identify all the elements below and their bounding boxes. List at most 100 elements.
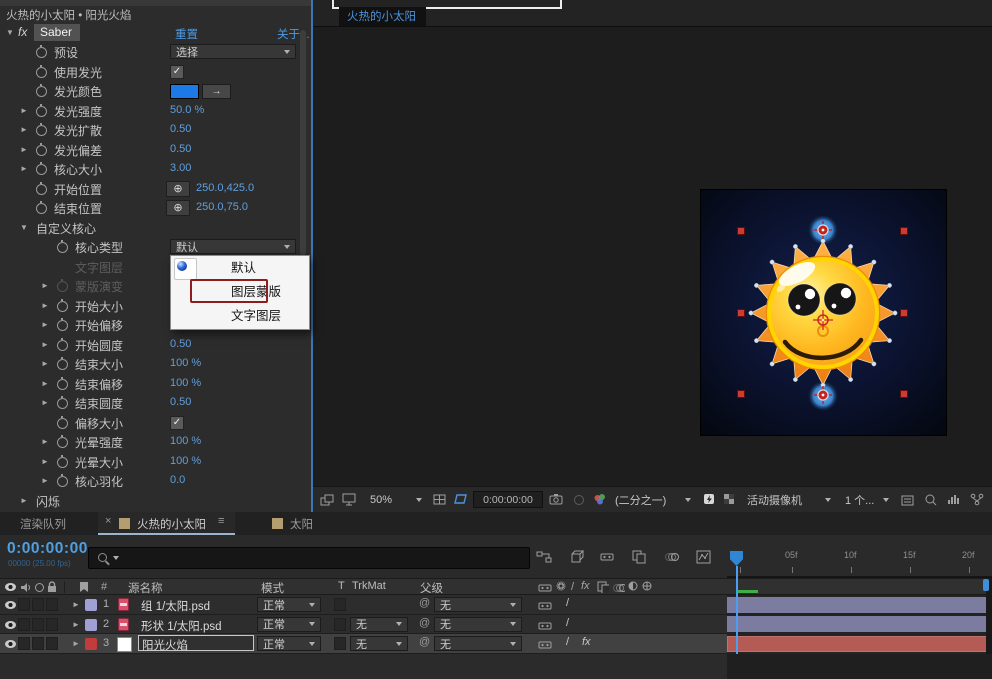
layer-row[interactable]: ► 2 形状 1/太阳.psd 正常 无 @ 无 /: [0, 614, 727, 634]
stopwatch-icon[interactable]: [57, 240, 68, 253]
current-timecode[interactable]: 0:00:00:00: [7, 540, 88, 558]
expand-arrow-icon[interactable]: ►: [41, 399, 49, 407]
parameter-dropdown[interactable]: 选择: [170, 44, 296, 59]
position-target-button[interactable]: ⊕: [166, 200, 190, 216]
lock-column-icon[interactable]: [46, 581, 58, 593]
group-toggle-icon[interactable]: ▼: [20, 223, 28, 232]
layer-expand-arrow-icon[interactable]: ►: [72, 620, 80, 629]
blend-mode-select[interactable]: 正常: [257, 616, 321, 632]
frame-blending-icon[interactable]: [632, 550, 646, 564]
resolution-select[interactable]: (二分之一): [611, 491, 695, 508]
audio-column-icon[interactable]: [20, 582, 30, 593]
layer-name-edit-box[interactable]: 阳光火焰: [138, 635, 254, 653]
stopwatch-icon[interactable]: [36, 103, 47, 117]
stopwatch-icon[interactable]: [36, 162, 47, 175]
comp-viewer-area[interactable]: [313, 27, 992, 486]
parent-select[interactable]: 无: [434, 616, 522, 632]
effect-name[interactable]: Saber: [34, 24, 81, 41]
parameter-value[interactable]: 100 %: [170, 377, 201, 389]
parent-select[interactable]: 无: [434, 597, 522, 612]
group-toggle-icon[interactable]: ►: [20, 496, 28, 505]
layer-quality-toggle[interactable]: /: [566, 597, 569, 609]
expand-arrow-icon[interactable]: ►: [41, 438, 49, 446]
layer-visibility-toggle[interactable]: [5, 640, 16, 648]
tab-render-queue[interactable]: 渲染队列: [20, 516, 66, 532]
layer-name[interactable]: 阳光火焰: [142, 637, 188, 653]
composition-mini-flowchart-icon[interactable]: [536, 550, 552, 563]
layer-expand-arrow-icon[interactable]: ►: [72, 640, 80, 648]
fx-panel-scrollbar[interactable]: [300, 30, 306, 255]
stopwatch-icon[interactable]: [57, 376, 68, 390]
expand-arrow-icon[interactable]: ►: [41, 301, 49, 310]
channels-icon[interactable]: [593, 493, 606, 505]
parameter-value[interactable]: 0.50: [170, 338, 191, 350]
layer-solo-toggle[interactable]: [32, 598, 44, 611]
layer-name[interactable]: 组 1/太阳.psd: [141, 598, 210, 614]
layer-label-color[interactable]: [85, 638, 97, 650]
layer-shy-toggle-icon[interactable]: [538, 599, 552, 611]
menu-item[interactable]: 默认: [171, 256, 309, 280]
parameter-value[interactable]: 100 %: [170, 455, 201, 467]
adjustment-switch-icon[interactable]: [628, 581, 638, 591]
layer-quality-toggle[interactable]: /: [566, 617, 569, 629]
parameter-value[interactable]: 250.0,425.0: [196, 182, 254, 194]
stopwatch-icon[interactable]: [57, 454, 68, 468]
preview-timecode[interactable]: 0:00:00:00: [473, 491, 543, 508]
stopwatch-icon[interactable]: [36, 45, 47, 58]
effect-reset-link[interactable]: 重置: [175, 26, 198, 42]
expand-arrow-icon[interactable]: ►: [41, 379, 49, 388]
parameter-checkbox[interactable]: ✓: [170, 64, 184, 79]
menu-item[interactable]: 图层蒙版: [171, 279, 309, 304]
show-snapshot-icon[interactable]: [573, 494, 585, 506]
search-input[interactable]: [88, 547, 530, 569]
collapse-switch-icon[interactable]: [556, 581, 566, 591]
menu-item[interactable]: 文字图层: [171, 304, 309, 328]
fx-switch-icon[interactable]: fx: [581, 580, 590, 592]
solo-column-icon[interactable]: [35, 583, 44, 592]
stopwatch-icon[interactable]: [57, 318, 68, 331]
parameter-value[interactable]: 3.00: [170, 162, 191, 174]
layer-solo-toggle[interactable]: [32, 617, 44, 631]
column-parent[interactable]: 父级: [420, 580, 443, 596]
motion-blur-switch-icon[interactable]: [612, 581, 625, 593]
t-switch-cell[interactable]: [334, 598, 346, 611]
parent-pickwhip-icon[interactable]: @: [419, 617, 430, 629]
layer-duration-bar[interactable]: [727, 616, 992, 632]
eyedropper-button[interactable]: →: [202, 84, 231, 99]
graph-editor-icon[interactable]: [696, 550, 711, 564]
view-select[interactable]: 活动摄像机: [743, 491, 835, 508]
fast-previews-icon[interactable]: [703, 493, 715, 505]
expand-arrow-icon[interactable]: ►: [41, 282, 49, 290]
eye-column-icon[interactable]: [5, 583, 16, 591]
layer-quality-toggle[interactable]: /: [566, 636, 569, 648]
label-column-icon[interactable]: [78, 581, 90, 593]
layer-shy-toggle-icon[interactable]: [538, 638, 552, 650]
stopwatch-icon[interactable]: [57, 396, 68, 409]
blend-mode-select[interactable]: 正常: [257, 636, 321, 651]
exposure-icon[interactable]: [901, 494, 914, 506]
stopwatch-icon[interactable]: [36, 142, 47, 156]
layer-label-color[interactable]: [85, 618, 97, 631]
expand-arrow-icon[interactable]: ►: [20, 165, 28, 173]
transparency-grid-icon[interactable]: [723, 493, 735, 505]
motion-blur-icon[interactable]: [664, 550, 679, 564]
3d-switch-icon[interactable]: [642, 581, 652, 591]
layer-label-color[interactable]: [85, 599, 97, 611]
parameter-value[interactable]: 0.0: [170, 474, 185, 486]
stopwatch-icon[interactable]: [36, 201, 47, 214]
stopwatch-icon[interactable]: [57, 415, 68, 429]
layer-solo-toggle[interactable]: [32, 637, 44, 650]
zoom-level-select[interactable]: 50%: [365, 491, 427, 508]
stopwatch-icon[interactable]: [57, 298, 68, 312]
layer-duration-bar[interactable]: [727, 596, 992, 613]
parameter-value[interactable]: 0.50: [170, 143, 191, 155]
layer-duration-bar[interactable]: [727, 635, 992, 652]
expand-arrow-icon[interactable]: ►: [41, 360, 49, 368]
hide-shy-layers-icon[interactable]: [600, 550, 614, 563]
layer-expand-arrow-icon[interactable]: ►: [72, 601, 80, 609]
shy-switch-icon[interactable]: [538, 581, 552, 593]
layer-visibility-toggle[interactable]: [5, 620, 16, 629]
trkmat-select[interactable]: 无: [350, 636, 408, 651]
parameter-checkbox[interactable]: ✓: [170, 415, 184, 430]
t-switch-cell[interactable]: [334, 617, 346, 631]
